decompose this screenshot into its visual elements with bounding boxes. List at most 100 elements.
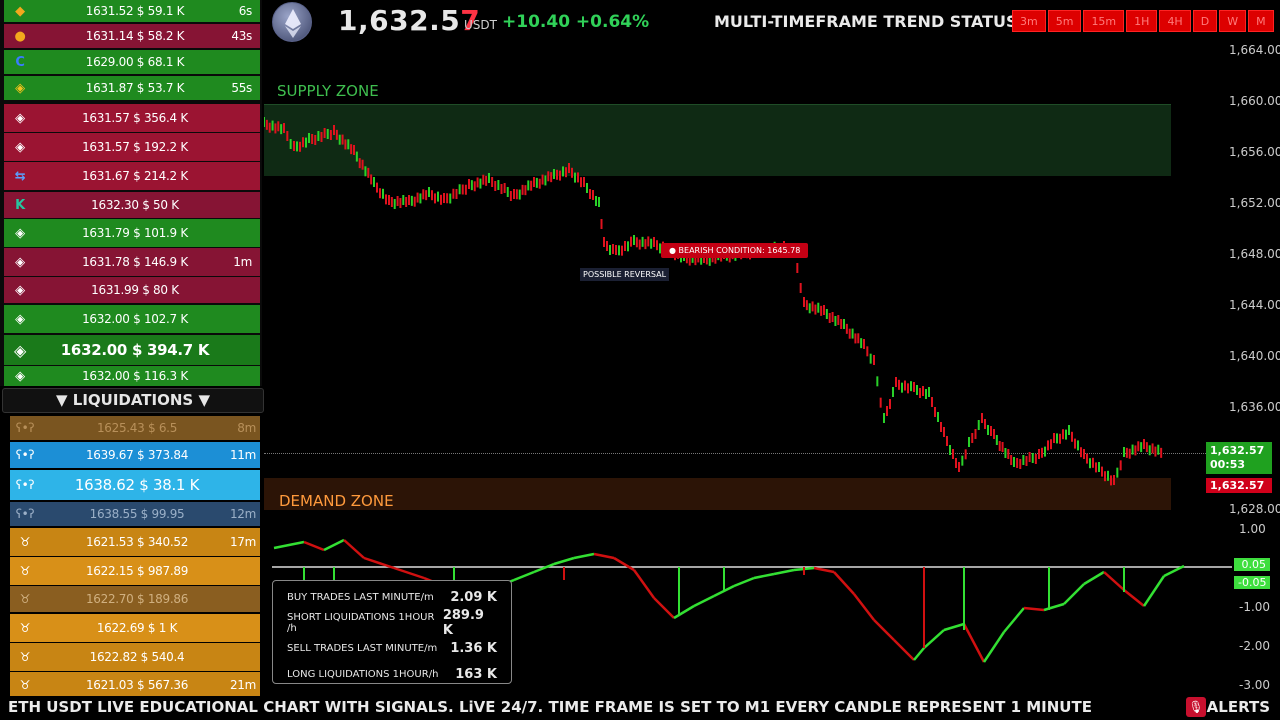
stat-value: 2.09 K (450, 590, 497, 606)
liquidation-row: ♉ 1622.69 $ 1 K (10, 614, 260, 642)
trade-age: 1m (233, 255, 252, 269)
osc-segment (853, 593, 875, 621)
y-tick: 1,644.00 (1229, 298, 1280, 312)
trade-row: ◈ 1631.78 $ 146.9 K 1m (4, 248, 260, 276)
osc-segment (893, 639, 915, 661)
trade-text: 1629.00 $ 68.1 K (85, 55, 185, 69)
bull-icon: ♉ (19, 650, 31, 664)
trade-row: ◈ 1631.87 $ 53.7 K 55s (4, 76, 260, 100)
osc-segment (593, 552, 615, 560)
liquidation-row: ʕ•ʔ 1639.67 $ 373.84 11m (10, 442, 260, 468)
coin-icon: ● (14, 28, 26, 44)
liquidation-text: 1622.70 $ 189.86 (85, 592, 189, 606)
tf-5m-button[interactable]: 5m (1047, 10, 1082, 32)
trade-row: ◈ 1631.79 $ 101.9 K (4, 219, 260, 247)
trades-feed-panel: ◆ 1631.52 $ 59.1 K 6s ● 1631.14 $ 58.2 K 43s C… (0, 0, 262, 386)
trade-age: 55s (231, 81, 252, 95)
trade-text: 1631.67 $ 214.2 K (82, 169, 188, 183)
stat-row: SHORT LIQUIDATIONS 1HOUR /h 289.9 K (287, 608, 497, 638)
trade-stats-panel: BUY TRADES LAST MINUTE/m 2.09 K SHORT LIQ… (272, 580, 512, 684)
osc-segment (553, 556, 575, 566)
bull-icon: ♉ (19, 621, 31, 635)
osc-value-negative: -0.05 (1234, 576, 1270, 589)
microphone-icon[interactable]: 🎙 (1186, 697, 1206, 717)
osc-segment (773, 568, 795, 576)
binance-icon: ◈ (15, 254, 25, 270)
stat-value: 1.36 K (450, 641, 497, 657)
osc-segment (913, 647, 925, 661)
binance-icon: ◈ (15, 139, 25, 155)
osc-segment (653, 597, 675, 619)
osc-segment (813, 566, 835, 574)
trade-row: ◆ 1631.52 $ 59.1 K 6s (4, 0, 260, 22)
liquidation-row: ♉ 1622.15 $ 987.89 (10, 557, 260, 585)
osc-segment (753, 572, 775, 580)
osc-segment (573, 552, 595, 560)
y-tick: 1,660.00 (1229, 94, 1280, 108)
alerts-button[interactable]: ALERTS (1207, 698, 1270, 716)
top-bar: 1,632.57 USDT +10.40 +0.64% MULTI-TIMEFR… (264, 0, 1280, 44)
trade-row: K 1632.30 $ 50 K (4, 192, 260, 218)
liquidation-row: ♉ 1622.70 $ 189.86 (10, 586, 260, 612)
osc-segment (733, 576, 755, 588)
trade-text: 1632.00 $ 116.3 K (82, 369, 188, 383)
bear-icon: ʕ•ʔ (15, 478, 35, 492)
exchange-icon: ⇆ (14, 168, 26, 184)
osc-segment (273, 540, 305, 550)
tf-3m-button[interactable]: 3m (1012, 10, 1046, 32)
trade-text: 1631.79 $ 101.9 K (82, 226, 188, 240)
price-unit: USDT (464, 18, 497, 32)
binance-icon: ◈ (15, 225, 25, 241)
trade-text: 1631.99 $ 80 K (91, 283, 179, 297)
osc-segment (513, 570, 535, 582)
tf-m-button[interactable]: M (1248, 10, 1274, 32)
stat-row: LONG LIQUIDATIONS 1HOUR/h 163 K (287, 662, 497, 688)
candle-countdown: 00:53 (1210, 458, 1246, 471)
tf-15m-button[interactable]: 15m (1083, 10, 1125, 32)
trade-age: 6s (238, 4, 253, 18)
osc-segment (982, 631, 1006, 663)
osc-tick: -2.00 (1239, 639, 1271, 653)
liquidations-feed-panel: ʕ•ʔ 1625.43 $ 6.5 8m ʕ•ʔ 1639.67 $ 373.84 11m… (0, 414, 262, 696)
tf-4h-button[interactable]: 4H (1159, 10, 1191, 32)
liquidation-text: 1622.69 $ 1 K (96, 621, 178, 635)
tf-w-button[interactable]: W (1219, 10, 1247, 32)
binance-icon: ◈ (15, 282, 25, 298)
osc-segment (343, 539, 365, 559)
osc-segment (873, 619, 895, 641)
stat-label: BUY TRADES LAST MINUTE/m (287, 592, 434, 604)
tf-d-button[interactable]: D (1192, 10, 1218, 32)
liquidation-age: 12m (229, 507, 256, 521)
osc-segment (1103, 571, 1125, 591)
bear-icon: ʕ•ʔ (15, 421, 35, 435)
candlestick-series (264, 117, 1163, 486)
bear-icon: ʕ•ʔ (15, 448, 35, 462)
ethereum-logo-icon (272, 2, 312, 42)
binance-icon: ◈ (15, 80, 25, 96)
osc-segment (533, 562, 555, 574)
stat-label: LONG LIQUIDATIONS 1HOUR/h (287, 668, 439, 680)
trade-row: ◈ 1632.00 $ 116.3 K (4, 366, 260, 386)
trade-row: ● 1631.14 $ 58.2 K 43s (4, 24, 260, 48)
y-tick: 1,652.00 (1229, 196, 1280, 210)
price-chart[interactable]: SUPPLY ZONE DEMAND ZONE 1,664.00 1,660.0… (264, 43, 1280, 520)
bearish-condition-tag: ● BEARISH CONDITION: 1645.78 (661, 243, 809, 258)
liquidation-text: 1621.53 $ 340.52 (85, 535, 189, 549)
bid-price-box: 1,632.57 (1206, 478, 1272, 493)
tf-1h-button[interactable]: 1H (1126, 10, 1158, 32)
osc-segment (923, 629, 945, 649)
trade-text: 1631.52 $ 59.1 K (85, 4, 185, 18)
liquidations-header: ▼ LIQUIDATIONS ▼ (2, 388, 264, 413)
timeframe-buttons: 3m 5m 15m 1H 4H D W M (1012, 10, 1274, 32)
y-tick: 1,656.00 (1229, 145, 1280, 159)
osc-segment (1003, 607, 1025, 633)
osc-tick: 1.00 (1239, 522, 1266, 536)
binance-icon: ◈ (13, 340, 26, 360)
bear-icon: ʕ•ʔ (15, 507, 35, 521)
osc-segment (1083, 570, 1105, 586)
trade-text: 1632.30 $ 50 K (91, 198, 179, 212)
binance-icon: ◈ (15, 311, 25, 327)
osc-segment (1123, 589, 1145, 607)
trade-text: 1632.00 $ 394.7 K (60, 341, 210, 359)
price-change: +10.40 +0.64% (502, 12, 650, 32)
